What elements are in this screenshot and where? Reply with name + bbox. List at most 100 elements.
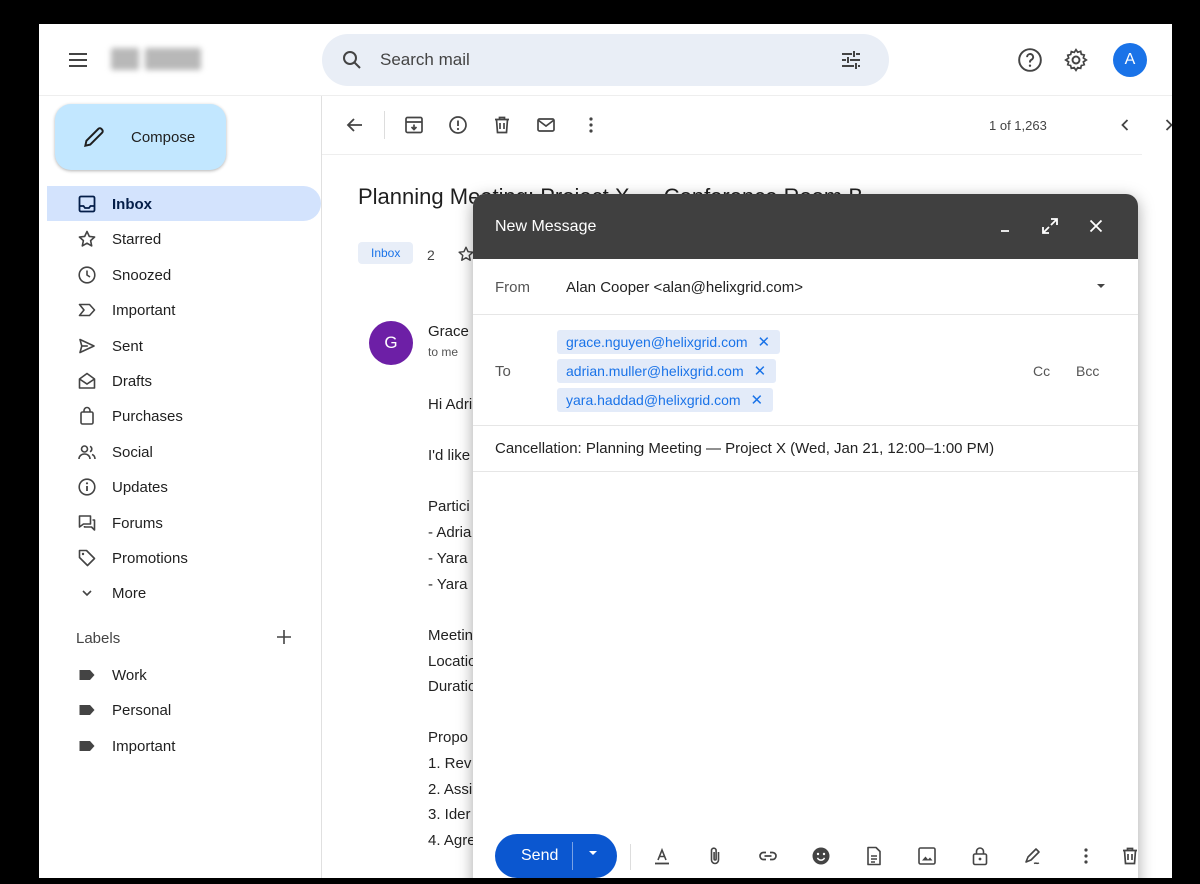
- sidebar-item-label: Important: [112, 302, 176, 320]
- mark-unread-icon[interactable]: [535, 114, 557, 136]
- label-icon: [77, 665, 97, 685]
- remove-recipient-icon[interactable]: ✕: [758, 333, 771, 351]
- sender-avatar[interactable]: G: [369, 321, 413, 365]
- send-options-caret-icon[interactable]: [588, 850, 598, 856]
- attach-file-icon[interactable]: [704, 845, 726, 867]
- recipient-email: grace.nguyen@helixgrid.com: [566, 334, 748, 350]
- labels-heading: Labels: [76, 630, 121, 647]
- signature-icon[interactable]: [1022, 845, 1044, 867]
- pagination-count: 1 of 1,263: [989, 118, 1047, 133]
- account-avatar[interactable]: A: [1113, 43, 1147, 77]
- body-line: 2. Assi: [428, 781, 473, 798]
- delete-icon[interactable]: [491, 114, 513, 136]
- search-input[interactable]: [380, 48, 800, 72]
- insert-drive-file-icon[interactable]: [863, 845, 885, 867]
- chevron-left-icon[interactable]: [1114, 114, 1136, 136]
- cc-link[interactable]: Cc: [1033, 363, 1050, 379]
- draft-icon: [77, 371, 97, 391]
- compose-label: Compose: [131, 129, 196, 146]
- sidebar-item-updates[interactable]: Updates: [47, 469, 321, 504]
- chevron-right-icon[interactable]: [1158, 114, 1172, 136]
- more-options-icon[interactable]: [1075, 845, 1097, 867]
- recipient-email: adrian.muller@helixgrid.com: [566, 363, 744, 379]
- app-logo[interactable]: [111, 44, 215, 74]
- settings-gear-icon[interactable]: [1063, 47, 1089, 73]
- sidebar-item-label: Promotions: [112, 549, 188, 567]
- recipient-chip[interactable]: yara.haddad@helixgrid.com ✕: [557, 388, 774, 412]
- remove-recipient-icon[interactable]: ✕: [751, 391, 764, 409]
- close-icon[interactable]: [1086, 216, 1106, 236]
- body-line: Partici: [428, 498, 470, 515]
- label-item-personal[interactable]: Personal: [47, 692, 321, 727]
- body-line: Locatio: [428, 653, 477, 670]
- body-line: - Yara: [428, 576, 468, 593]
- send-button[interactable]: Send: [495, 834, 617, 878]
- chevron-down-icon: [77, 583, 97, 603]
- fullscreen-icon[interactable]: [1040, 216, 1060, 236]
- help-icon[interactable]: [1017, 47, 1043, 73]
- sidebar-item-label: Drafts: [112, 372, 153, 390]
- sidebar-item-purchases[interactable]: Purchases: [47, 398, 321, 433]
- from-row[interactable]: From Alan Cooper <alan@helixgrid.com>: [473, 259, 1138, 315]
- report-spam-icon[interactable]: [447, 114, 469, 136]
- sidebar-item-inbox[interactable]: Inbox: [47, 186, 321, 222]
- dropdown-caret-icon[interactable]: [1096, 283, 1106, 289]
- back-arrow-icon[interactable]: [344, 114, 366, 136]
- confidential-mode-icon[interactable]: [969, 845, 991, 867]
- label-item-label: Personal: [112, 702, 172, 720]
- emoji-icon[interactable]: [810, 845, 832, 867]
- sidebar-item-important[interactable]: Important: [47, 292, 321, 327]
- add-label-icon[interactable]: [275, 628, 293, 646]
- subject-row[interactable]: Cancellation: Planning Meeting — Project…: [473, 426, 1138, 472]
- formatting-options-icon[interactable]: [651, 845, 673, 867]
- sidebar-item-sent[interactable]: Sent: [47, 328, 321, 363]
- sidebar-item-drafts[interactable]: Drafts: [47, 363, 321, 398]
- search-options-icon[interactable]: [839, 48, 863, 72]
- sidebar-item-forums[interactable]: Forums: [47, 505, 321, 540]
- insert-photo-icon[interactable]: [916, 845, 938, 867]
- sender-name[interactable]: Grace: [428, 323, 469, 340]
- discard-draft-icon[interactable]: [1119, 845, 1138, 867]
- sidebar-item-starred[interactable]: Starred: [47, 221, 321, 256]
- sidebar-nav: Inbox Starred Snoozed Important Sent Dra…: [47, 186, 321, 611]
- inbox-tag[interactable]: Inbox: [358, 242, 414, 264]
- compose-body[interactable]: [473, 472, 1138, 810]
- star-icon: [77, 229, 97, 249]
- sidebar-item-label: Inbox: [112, 196, 152, 213]
- compose-header[interactable]: New Message: [473, 194, 1138, 259]
- recipient-chip[interactable]: adrian.muller@helixgrid.com ✕: [557, 359, 777, 383]
- compose-footer: Send: [473, 810, 1138, 878]
- compose-button[interactable]: Compose: [55, 104, 226, 170]
- subject-field[interactable]: Cancellation: Planning Meeting — Project…: [495, 440, 994, 457]
- from-value[interactable]: Alan Cooper <alan@helixgrid.com>: [566, 279, 803, 296]
- sidebar-item-more[interactable]: More: [47, 575, 321, 610]
- remove-recipient-icon[interactable]: ✕: [754, 362, 767, 380]
- shopping-bag-icon: [77, 406, 97, 426]
- to-row[interactable]: To grace.nguyen@helixgrid.com ✕ adrian.m…: [473, 315, 1138, 426]
- search-bar[interactable]: [322, 34, 889, 86]
- body-line: Propo: [428, 729, 469, 746]
- recipient-chip[interactable]: grace.nguyen@helixgrid.com ✕: [557, 330, 781, 354]
- body-line: - Yara: [428, 550, 468, 567]
- archive-icon[interactable]: [403, 114, 425, 136]
- sidebar-item-label: Sent: [112, 337, 143, 355]
- insert-link-icon[interactable]: [757, 845, 779, 867]
- sidebar-item-snoozed[interactable]: Snoozed: [47, 257, 321, 292]
- body-line: 4. Agre: [428, 832, 476, 849]
- recipient-summary[interactable]: to me: [428, 345, 458, 359]
- main-menu-icon[interactable]: [63, 48, 93, 72]
- search-icon[interactable]: [340, 48, 364, 72]
- important-icon: [77, 300, 97, 320]
- minimize-icon[interactable]: [995, 216, 1015, 236]
- compose-dialog: New Message From Alan Cooper <alan@helix…: [473, 194, 1138, 878]
- label-item-work[interactable]: Work: [47, 657, 321, 692]
- sidebar-item-social[interactable]: Social: [47, 434, 321, 469]
- bcc-link[interactable]: Bcc: [1076, 363, 1099, 379]
- label-item-label: Work: [112, 667, 147, 684]
- sidebar-item-promotions[interactable]: Promotions: [47, 540, 321, 575]
- label-item-important[interactable]: Important: [47, 728, 321, 763]
- more-vert-icon[interactable]: [580, 114, 602, 136]
- gmail-window: A Compose Inbox Starred Snoozed Importan…: [39, 24, 1172, 878]
- inbox-icon: [77, 194, 97, 214]
- sidebar-item-label: Social: [112, 443, 153, 461]
